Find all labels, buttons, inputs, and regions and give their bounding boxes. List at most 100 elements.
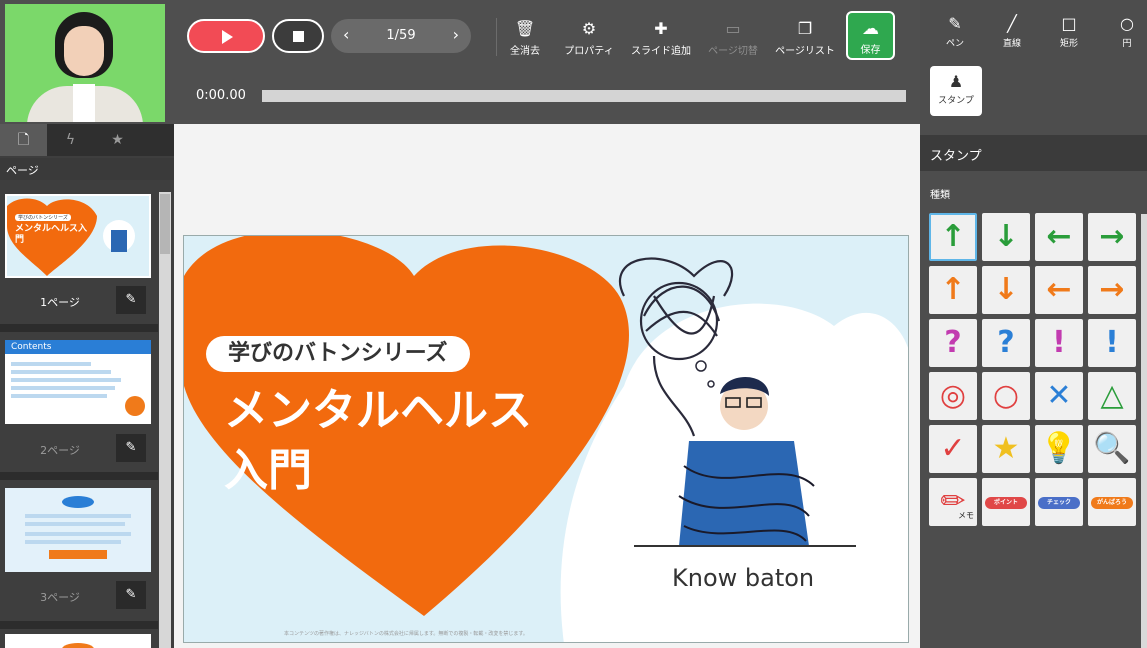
add-slide-button[interactable]: ✚ スライド追加 xyxy=(623,18,699,60)
save-button[interactable]: ☁ 保存 xyxy=(846,11,895,60)
stamp-glyph-icon: ← xyxy=(1046,219,1072,254)
stamp-option[interactable]: ! xyxy=(1035,319,1083,367)
stamp-option[interactable]: ← xyxy=(1035,266,1083,314)
gear-icon: ⚙ xyxy=(581,19,597,38)
edit-page-2-button[interactable]: ✎ xyxy=(116,434,146,462)
stamp-option[interactable]: 🔍 xyxy=(1088,425,1136,473)
thumbnail-1-title: メンタルヘルス入門 xyxy=(15,224,88,245)
stamp-option[interactable]: → xyxy=(1088,213,1136,261)
stamp-label-pill: チェック xyxy=(1038,496,1080,509)
stamp-glyph-icon: → xyxy=(1099,219,1125,254)
stamp-glyph-icon: ? xyxy=(997,325,1015,360)
stamp-section-header: スタンプ xyxy=(920,135,1147,171)
stamp-glyph-icon: ↓ xyxy=(993,219,1019,254)
page-thumbnail-1[interactable]: 学びのバトンシリーズ メンタルヘルス入門 xyxy=(5,194,151,278)
stamp-option[interactable]: → xyxy=(1088,266,1136,314)
star-icon: ★ xyxy=(111,132,124,148)
page-panel: 🗋 ϟ ★ ページ 学びのバトンシリーズ メンタルヘルス入門 1ページ ✎ Co… xyxy=(0,124,174,648)
properties-button[interactable]: ⚙ プロパティ xyxy=(551,18,627,60)
presenter-face xyxy=(64,26,104,76)
play-button[interactable] xyxy=(187,19,265,53)
page-list-icon: ❐ xyxy=(797,19,813,38)
page-navigator: ‹ 1/59 › xyxy=(331,19,471,53)
seek-bar[interactable] xyxy=(262,90,906,102)
stamp-glyph-icon: 💡 xyxy=(1040,431,1078,466)
circle-tool[interactable]: ○ 円 xyxy=(1102,14,1147,49)
stop-button[interactable] xyxy=(272,19,324,53)
stamp-option[interactable]: ↑ xyxy=(929,266,977,314)
slide-title-line2: 入門 xyxy=(224,445,312,496)
square-icon: □ xyxy=(1061,14,1077,33)
tab-favorites[interactable]: ★ xyxy=(94,124,141,156)
stamp-option[interactable]: ? xyxy=(929,319,977,367)
stamp-option[interactable]: がんばろう xyxy=(1088,478,1136,526)
page-switch-icon: ▭ xyxy=(725,19,741,38)
thumbnail-4-art xyxy=(62,643,94,648)
stamp-glyph-icon: △ xyxy=(1100,378,1124,413)
stamp-glyph-icon: ★ xyxy=(992,431,1020,466)
slide-title-line1: メンタルヘルス xyxy=(224,385,532,436)
stamp-option[interactable]: ! xyxy=(1088,319,1136,367)
lightning-icon: ϟ xyxy=(65,132,76,148)
edit-page-1-button[interactable]: ✎ xyxy=(116,286,146,314)
line-tool[interactable]: ╱ 直線 xyxy=(987,14,1037,49)
stamp-option[interactable]: ✏ メモ xyxy=(929,478,977,526)
knowbaton-logo: Know baton xyxy=(672,564,815,592)
stamp-glyph-icon: ✕ xyxy=(1046,378,1072,413)
stamp-option[interactable]: 💡 xyxy=(1035,425,1083,473)
edit-icon: ✎ xyxy=(125,587,137,602)
rectangle-tool[interactable]: □ 矩形 xyxy=(1044,14,1094,49)
playback-time: 0:00.00 xyxy=(196,88,246,103)
stamp-glyph-icon: ↑ xyxy=(940,272,966,307)
stamp-option[interactable]: ↑ xyxy=(929,213,977,261)
page-label-1: 1ページ xyxy=(40,296,80,309)
stamp-option[interactable]: ↓ xyxy=(982,213,1030,261)
slide-series-label: 学びのバトンシリーズ xyxy=(206,336,470,372)
edit-page-3-button[interactable]: ✎ xyxy=(116,581,146,609)
stamp-glyph-icon: ! xyxy=(1105,325,1119,360)
slide-canvas[interactable]: 学びのバトンシリーズ メンタルヘルス 入門 Know baton 本コンテンツの… xyxy=(183,235,909,643)
stamp-glyph-icon: → xyxy=(1099,272,1125,307)
stamp-option[interactable]: ○ xyxy=(982,372,1030,420)
stamp-option[interactable]: △ xyxy=(1088,372,1136,420)
cloud-upload-icon: ☁ xyxy=(862,19,879,39)
page-panel-header: ページ xyxy=(0,158,174,180)
thumbnail-2-art xyxy=(5,340,151,416)
thumbnail-separator xyxy=(0,324,158,332)
edit-icon: ✎ xyxy=(125,440,137,455)
top-toolbar: ‹ 1/59 › 🗑 全消去 ⚙ プロパティ ✚ スライド追加 ▭ ページ切替 … xyxy=(0,0,920,124)
page-panel-scrollbar[interactable] xyxy=(159,192,171,648)
stamp-option[interactable]: ? xyxy=(982,319,1030,367)
pen-tool[interactable]: ✎ ペン xyxy=(930,14,980,49)
slide-footnote: 本コンテンツの著作権は、ナレッジバトンの株式会社に帰属します。無断での複製・転載… xyxy=(284,631,528,637)
stamp-panel-scrollbar[interactable] xyxy=(1141,214,1147,648)
document-icon: 🗋 xyxy=(17,132,30,148)
stamp-option[interactable]: チェック xyxy=(1035,478,1083,526)
stamp-memo-label: メモ xyxy=(958,511,974,520)
page-thumbnail-4[interactable] xyxy=(5,634,151,648)
page-thumbnail-3[interactable] xyxy=(5,488,151,572)
thumbnail-3-art xyxy=(5,488,151,572)
editor-app: ‹ 1/59 › 🗑 全消去 ⚙ プロパティ ✚ スライド追加 ▭ ページ切替 … xyxy=(0,0,1147,648)
stamp-tool-button[interactable]: ♟ スタンプ xyxy=(930,66,982,116)
stamp-option[interactable]: ← xyxy=(1035,213,1083,261)
tab-pages[interactable]: 🗋 xyxy=(0,124,47,156)
chevron-right-icon[interactable]: › xyxy=(453,25,459,44)
panel-tabs: 🗋 ϟ ★ xyxy=(0,124,174,156)
page-list-button[interactable]: ❐ ページリスト xyxy=(767,18,843,60)
page-switch-button[interactable]: ▭ ページ切替 xyxy=(695,18,771,60)
page-thumbnail-2[interactable]: Contents xyxy=(5,340,151,424)
edit-icon: ✎ xyxy=(125,292,137,307)
scrollbar-thumb[interactable] xyxy=(160,194,170,254)
stamp-option[interactable]: ◎ xyxy=(929,372,977,420)
stamp-option[interactable]: ✓ xyxy=(929,425,977,473)
thumbnail-separator xyxy=(0,621,158,629)
stamp-option[interactable]: ✕ xyxy=(1035,372,1083,420)
stamp-type-label: 種類 xyxy=(930,190,950,201)
stamp-option[interactable]: ポイント xyxy=(982,478,1030,526)
thumbnail-1-series: 学びのバトンシリーズ xyxy=(15,214,71,221)
stamp-option[interactable]: ★ xyxy=(982,425,1030,473)
pencil-icon: ✎ xyxy=(948,14,962,33)
stamp-option[interactable]: ↓ xyxy=(982,266,1030,314)
tab-effects[interactable]: ϟ xyxy=(47,124,94,156)
